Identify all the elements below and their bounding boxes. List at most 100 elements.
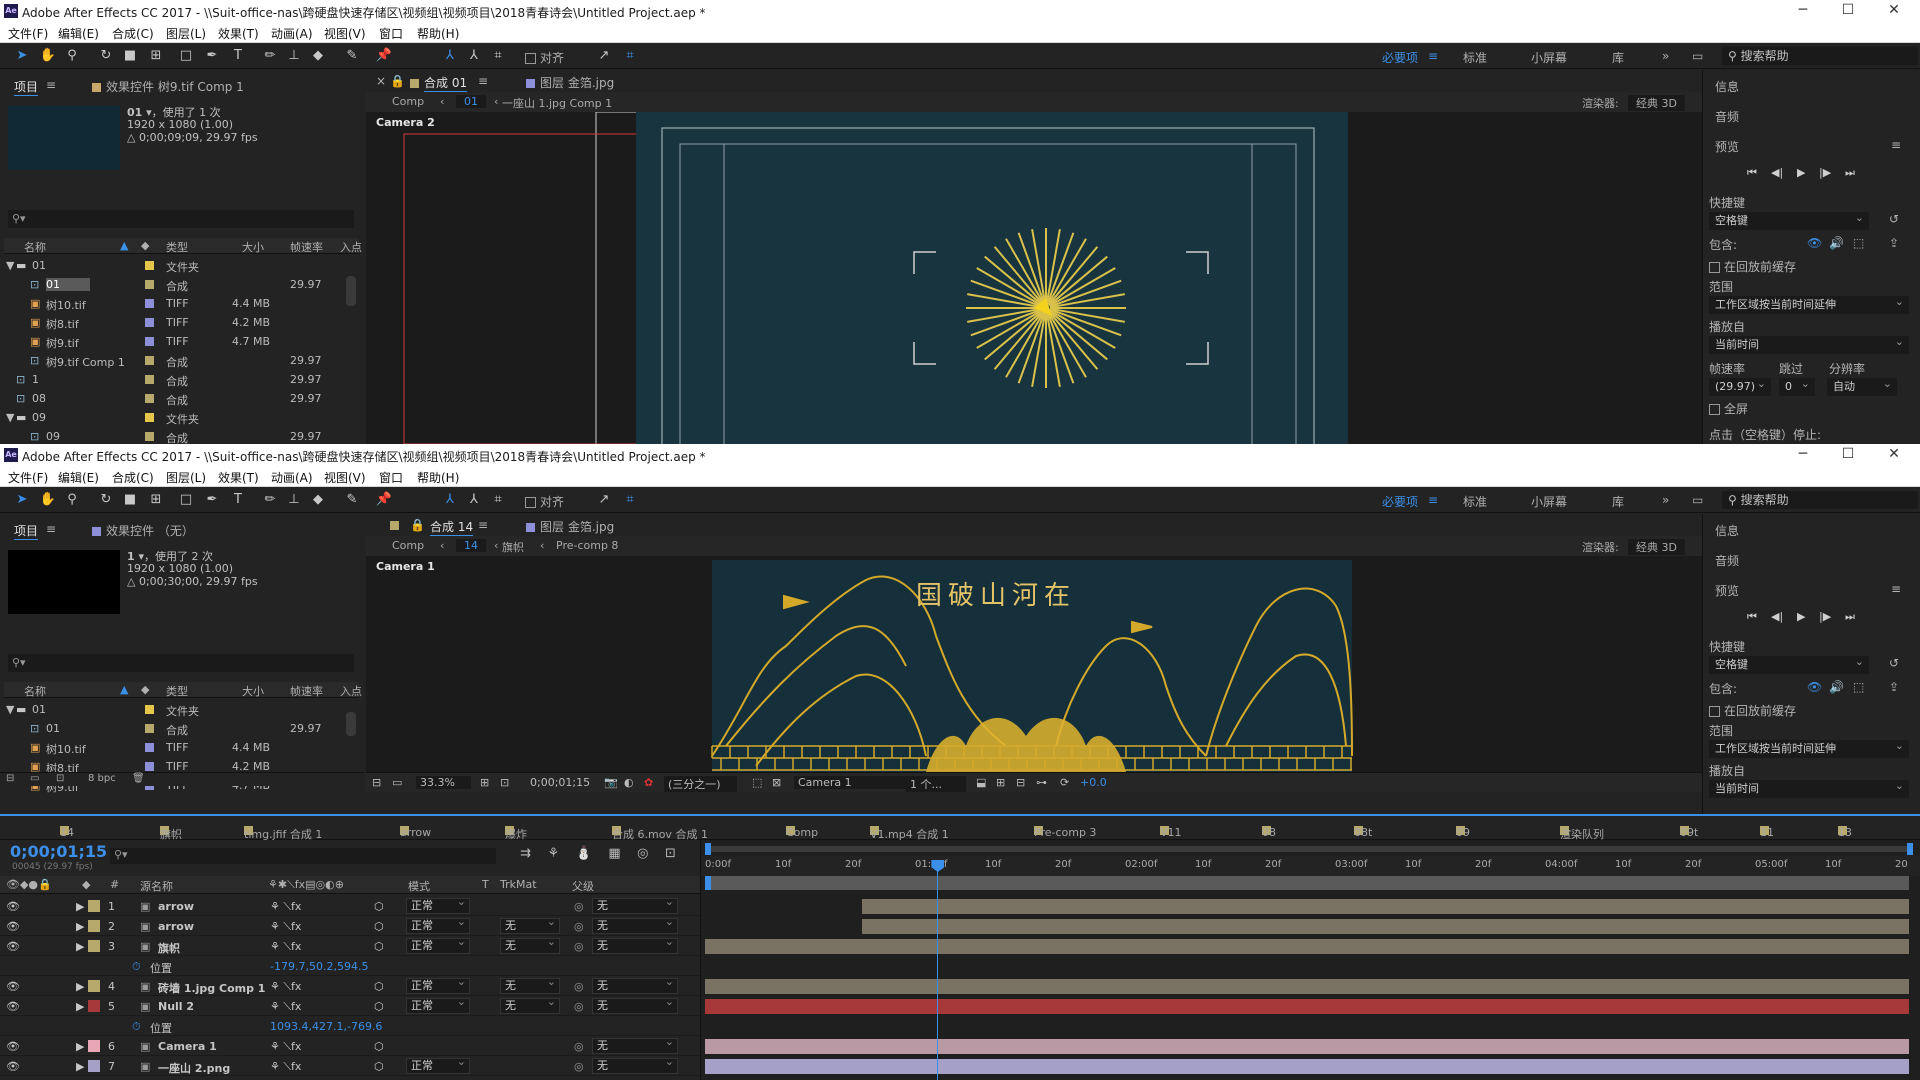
layer-switches-icon[interactable]: ⚘ ⟍fx <box>270 920 301 934</box>
workspace-more-icon[interactable]: » <box>1662 493 1669 507</box>
preview-menu-icon[interactable]: ≡ <box>1891 138 1901 152</box>
crumb-flag[interactable]: 旗帜 <box>502 539 524 555</box>
layer-name[interactable]: Null 2 <box>158 1000 194 1013</box>
play-icon[interactable]: ▶ <box>1797 166 1805 179</box>
project-menu-icon[interactable]: ≡ <box>46 522 56 536</box>
minimize-button[interactable]: ─ <box>1783 2 1823 18</box>
menu-window[interactable]: 窗口 <box>379 25 403 42</box>
motion-blur-icon[interactable]: ◎ <box>637 846 648 861</box>
workspace-small-screen[interactable]: 小屏幕 <box>1531 493 1567 510</box>
menu-layer[interactable]: 图层(L) <box>166 469 206 486</box>
3d-layer-icon[interactable]: ⬡ <box>374 940 384 953</box>
layer-name[interactable]: Camera 1 <box>158 1040 217 1053</box>
property-row[interactable]: ⏱ 位置 1093.4,427.1,-769.6 <box>0 1016 700 1036</box>
menu-file[interactable]: 文件(F) <box>8 25 48 42</box>
menu-composition[interactable]: 合成(C) <box>112 25 154 42</box>
layer-switch-icons[interactable]: ⚘✱⟍fx▤◎◐⊕ <box>268 878 344 892</box>
time-ruler[interactable]: 0:00f 10f 20f 01:00f 10f 20f 02:00f 10f 20f 03:00… <box>701 856 1920 876</box>
pen-tool-icon[interactable]: ✒ <box>202 47 222 65</box>
tab-layer-gold[interactable]: 图层 金箔.jpg <box>526 74 614 91</box>
3d-layer-icon[interactable]: ⬡ <box>374 1040 384 1053</box>
project-row[interactable]: ⊡ 09 合成 29.97 <box>4 427 359 444</box>
search-help-input[interactable]: ⚲ 搜索帮助 <box>1722 491 1918 509</box>
time-navigator[interactable] <box>705 843 1913 855</box>
puppet-tool-icon[interactable]: 📌 <box>374 47 394 65</box>
always-preview-icon[interactable]: ⊟ <box>372 776 381 789</box>
view-layout-select[interactable]: 1 个... <box>906 776 966 792</box>
snap-feature-icon[interactable]: ⌗ <box>620 491 640 509</box>
workspace-small-screen[interactable]: 小屏幕 <box>1531 49 1567 66</box>
pickwhip-icon[interactable]: ◎ <box>574 900 584 913</box>
parent-select[interactable]: 无 <box>592 975 678 994</box>
col-mode[interactable]: 模式 <box>408 878 430 894</box>
project-menu-icon[interactable]: ≡ <box>46 78 56 92</box>
menu-effect[interactable]: 效果(T) <box>218 469 259 486</box>
preview-menu-icon[interactable]: ≡ <box>1891 582 1901 596</box>
layer-switches-icon[interactable]: ⚘ ⟍fx <box>270 1060 301 1074</box>
3d-layer-icon[interactable]: ⬡ <box>374 920 384 933</box>
col-name[interactable]: 名称 <box>24 683 46 699</box>
sort-arrow-icon[interactable]: ▲ <box>120 239 128 252</box>
rectangle-tool-icon[interactable]: □ <box>176 491 196 509</box>
menu-composition[interactable]: 合成(C) <box>112 469 154 486</box>
navigator-start-handle[interactable] <box>705 843 711 855</box>
crumb-back-icon[interactable]: ‹ <box>440 539 444 552</box>
audio-icon[interactable]: 🔊 <box>1829 680 1844 694</box>
workspace-standard[interactable]: 标准 <box>1463 49 1487 66</box>
blend-mode-select[interactable]: 正常 <box>406 995 470 1014</box>
layer-row[interactable]: 👁 ▶ 7 ▣ 一座山 2.png ⚘ ⟍fx ⬡ 正常 ◎ 无 <box>0 1055 700 1076</box>
rotate-tool-icon[interactable]: ↻ <box>96 47 116 65</box>
expand-arrow-icon[interactable]: ▼ <box>6 259 14 272</box>
layer-name[interactable]: arrow <box>158 920 194 933</box>
play-from-select[interactable]: 当前时间 <box>1709 333 1909 354</box>
expand-arrow-icon[interactable]: ▶ <box>76 1000 84 1013</box>
frame-blending-icon[interactable]: ▦ <box>608 846 620 861</box>
visibility-icon[interactable]: 👁 <box>6 1000 20 1013</box>
pen-tool-icon[interactable]: ✒ <box>202 491 222 509</box>
layer-row[interactable]: 👁 ▶ 3 ▣ 旗帜 ⚘ ⟍fx ⬡ 正常 无 ◎ 无 <box>0 935 700 956</box>
3d-layer-icon[interactable]: ⬡ <box>374 900 384 913</box>
col-type[interactable]: 类型 <box>166 683 188 699</box>
zoom-select[interactable]: 33.3% <box>416 776 471 789</box>
3d-layer-icon[interactable]: ⬡ <box>374 980 384 993</box>
layer-search-input[interactable]: ⚲▾ <box>110 848 496 864</box>
project-row[interactable]: ▼ ▬ 01 文件夹 <box>4 256 359 275</box>
expand-arrow-icon[interactable]: ▶ <box>76 1060 84 1073</box>
col-parent[interactable]: 父级 <box>572 878 594 894</box>
brush-tool-icon[interactable]: ✏ <box>260 491 280 509</box>
show-snapshot-icon[interactable]: ◐ <box>624 776 634 789</box>
project-scrollbar[interactable] <box>346 276 356 306</box>
reset-icon[interactable]: ↺ <box>1889 212 1899 226</box>
visibility-icon[interactable]: 👁 <box>6 980 20 993</box>
workspace-essentials[interactable]: 必要项 <box>1382 493 1418 510</box>
delete-icon[interactable]: 🗑 <box>132 773 145 784</box>
range-select[interactable]: 工作区域按当前时间延伸 <box>1709 293 1909 314</box>
menu-effect[interactable]: 效果(T) <box>218 25 259 42</box>
blend-mode-select[interactable]: 正常 <box>406 915 470 934</box>
fast-preview-icon[interactable]: ⊞ <box>996 776 1005 789</box>
layer-name[interactable]: arrow <box>158 900 194 913</box>
parent-select[interactable]: 无 <box>592 935 678 954</box>
workspace-menu-icon[interactable]: ≡ <box>1428 493 1438 507</box>
layer-label-icon[interactable] <box>88 1060 100 1072</box>
layer-duration-bar[interactable] <box>705 939 1909 954</box>
overlay-icon[interactable]: ⬚ <box>1853 236 1864 250</box>
col-fps[interactable]: 帧速率 <box>290 683 323 699</box>
maximize-button[interactable]: ☐ <box>1828 2 1868 18</box>
layer-label-icon[interactable] <box>88 940 100 952</box>
comp-flow-icon[interactable] <box>390 518 404 532</box>
layer-name[interactable]: 旗帜 <box>158 940 180 956</box>
snap-feature-icon[interactable]: ⌗ <box>620 47 640 65</box>
renderer-value[interactable]: 经典 3D <box>1628 539 1685 555</box>
crumb-comp[interactable]: Comp <box>392 95 424 108</box>
eraser-tool-icon[interactable]: ◆ <box>308 47 328 65</box>
layer-label-icon[interactable] <box>88 920 100 932</box>
workspace-libraries[interactable]: 库 <box>1612 493 1624 510</box>
blend-mode-select[interactable]: 正常 <box>406 895 470 914</box>
snap-option-icon[interactable]: ↗ <box>594 47 614 65</box>
hand-tool-icon[interactable]: ✋ <box>38 491 58 509</box>
col-size[interactable]: 大小 <box>242 239 264 255</box>
mask-visibility-icon[interactable]: ⊡ <box>500 776 509 789</box>
layer-switches-icon[interactable]: ⚘ ⟍fx <box>270 1040 301 1054</box>
tab-preview[interactable]: 预览 <box>1715 138 1739 155</box>
